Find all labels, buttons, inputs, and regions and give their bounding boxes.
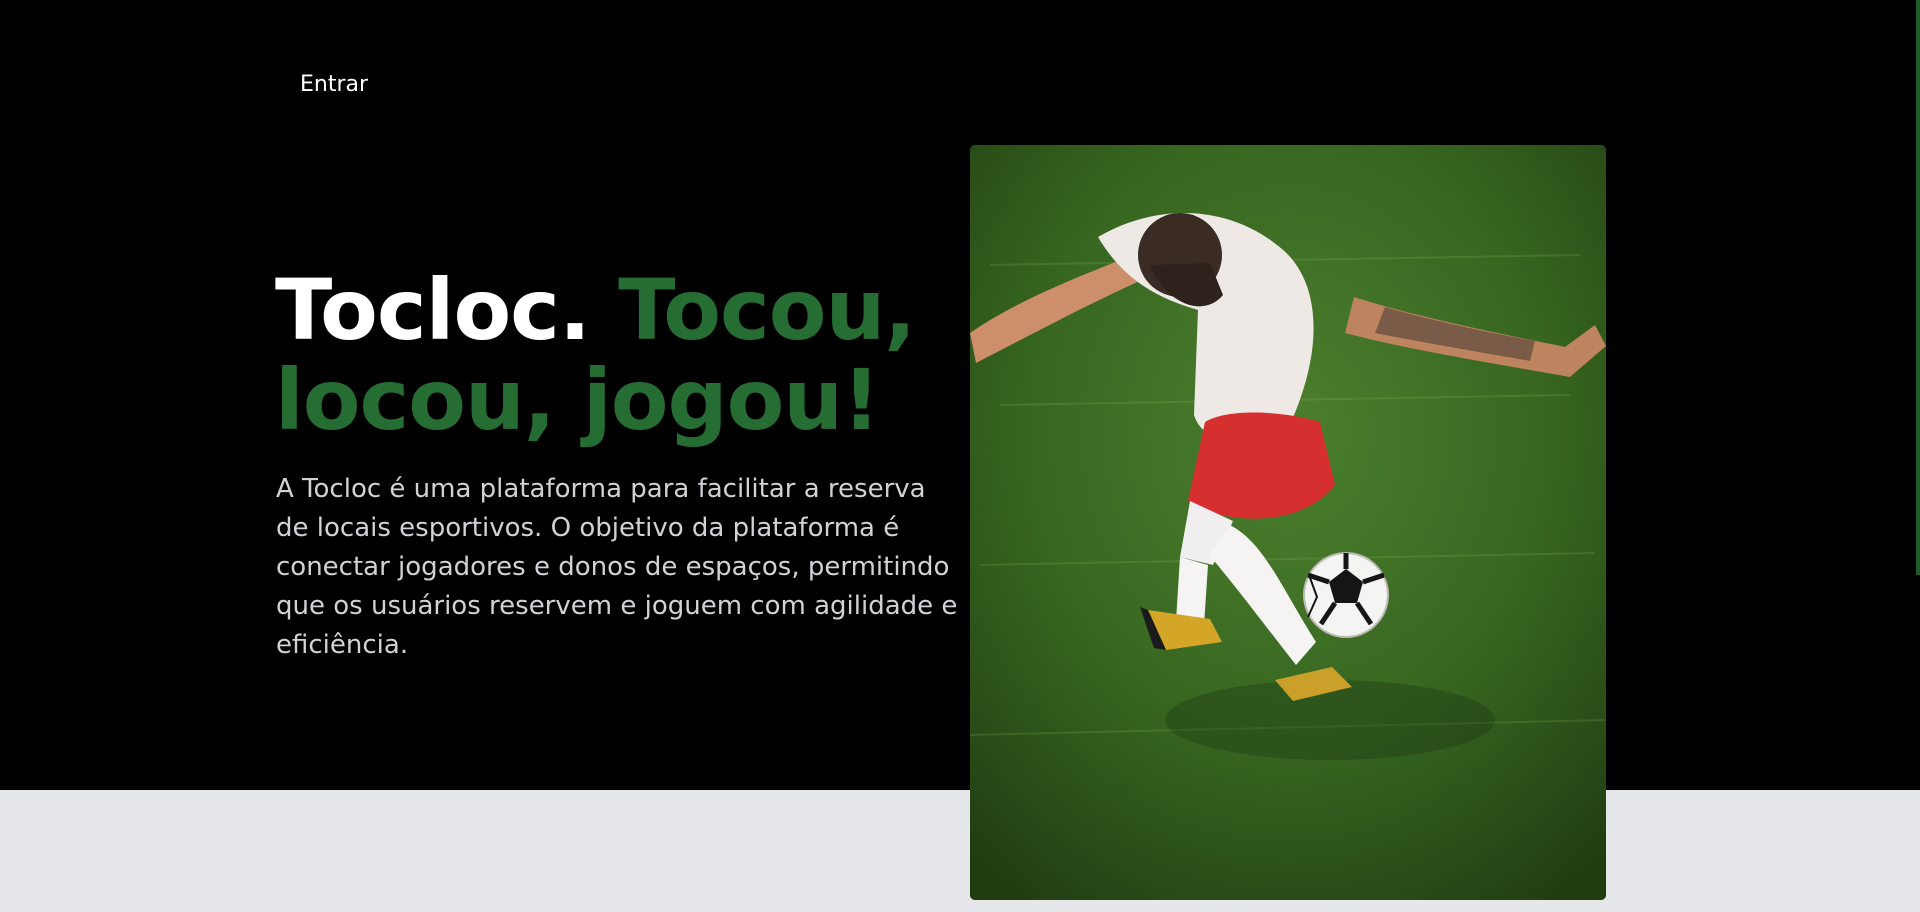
brand-name: Tocloc. (275, 261, 591, 359)
landing-page: Entrar Tocloc. Tocou, locou, jogou! A To… (0, 0, 1920, 912)
hero-headline: Tocloc. Tocou, locou, jogou! (275, 265, 995, 445)
hero-description: A Tocloc é uma plataforma para facilitar… (276, 474, 958, 660)
soccer-ball (1303, 552, 1389, 638)
soccer-player-illustration (970, 145, 1606, 900)
lower-section-background (0, 790, 1920, 912)
login-link[interactable]: Entrar (300, 70, 368, 100)
scrollbar-edge (1916, 0, 1920, 575)
soccer-player-image (970, 145, 1606, 900)
